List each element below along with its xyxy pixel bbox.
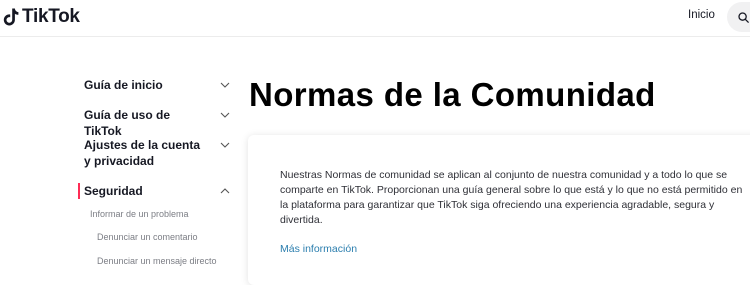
more-info-link[interactable]: Más información (280, 243, 357, 255)
chevron-down-icon (220, 112, 230, 118)
sidebar-item-ajustes-privacidad[interactable]: Ajustes de la cuenta y privacidad (84, 137, 234, 169)
chevron-up-icon (220, 188, 230, 194)
search-icon (738, 11, 749, 23)
brand-name: TikTok (22, 6, 80, 27)
sidebar-item-seguridad[interactable]: Seguridad (84, 183, 234, 199)
intro-card: Nuestras Normas de comunidad se aplican … (248, 135, 750, 285)
tiktok-note-icon (3, 8, 19, 26)
active-indicator (78, 183, 80, 199)
search-button[interactable] (727, 2, 750, 32)
top-header: TikTok Inicio (0, 0, 750, 37)
sub-item-denunciar-comentario[interactable]: Denunciar un comentario (97, 232, 198, 242)
sidebar-item-label: Seguridad (84, 184, 143, 198)
sidebar-item-guia-inicio[interactable]: Guía de inicio (84, 77, 234, 93)
sub-item-informar-problema[interactable]: Informar de un problema (90, 209, 189, 219)
chevron-down-icon (220, 82, 230, 88)
chevron-down-icon (220, 142, 230, 148)
sidebar-item-guia-uso[interactable]: Guía de uso de TikTok (84, 107, 234, 139)
sidebar-item-label: Guía de uso de TikTok (84, 108, 171, 138)
card-body-text: Nuestras Normas de comunidad se aplican … (280, 169, 743, 226)
sidebar-item-label: Ajustes de la cuenta y privacidad (84, 138, 201, 168)
sidebar-item-label: Guía de inicio (84, 78, 163, 92)
nav-home-link[interactable]: Inicio (688, 9, 715, 21)
sub-item-denunciar-mensaje[interactable]: Denunciar un mensaje directo (97, 256, 217, 266)
tiktok-logo[interactable]: TikTok (3, 4, 80, 30)
page-title: Normas de la Comunidad (249, 76, 656, 113)
